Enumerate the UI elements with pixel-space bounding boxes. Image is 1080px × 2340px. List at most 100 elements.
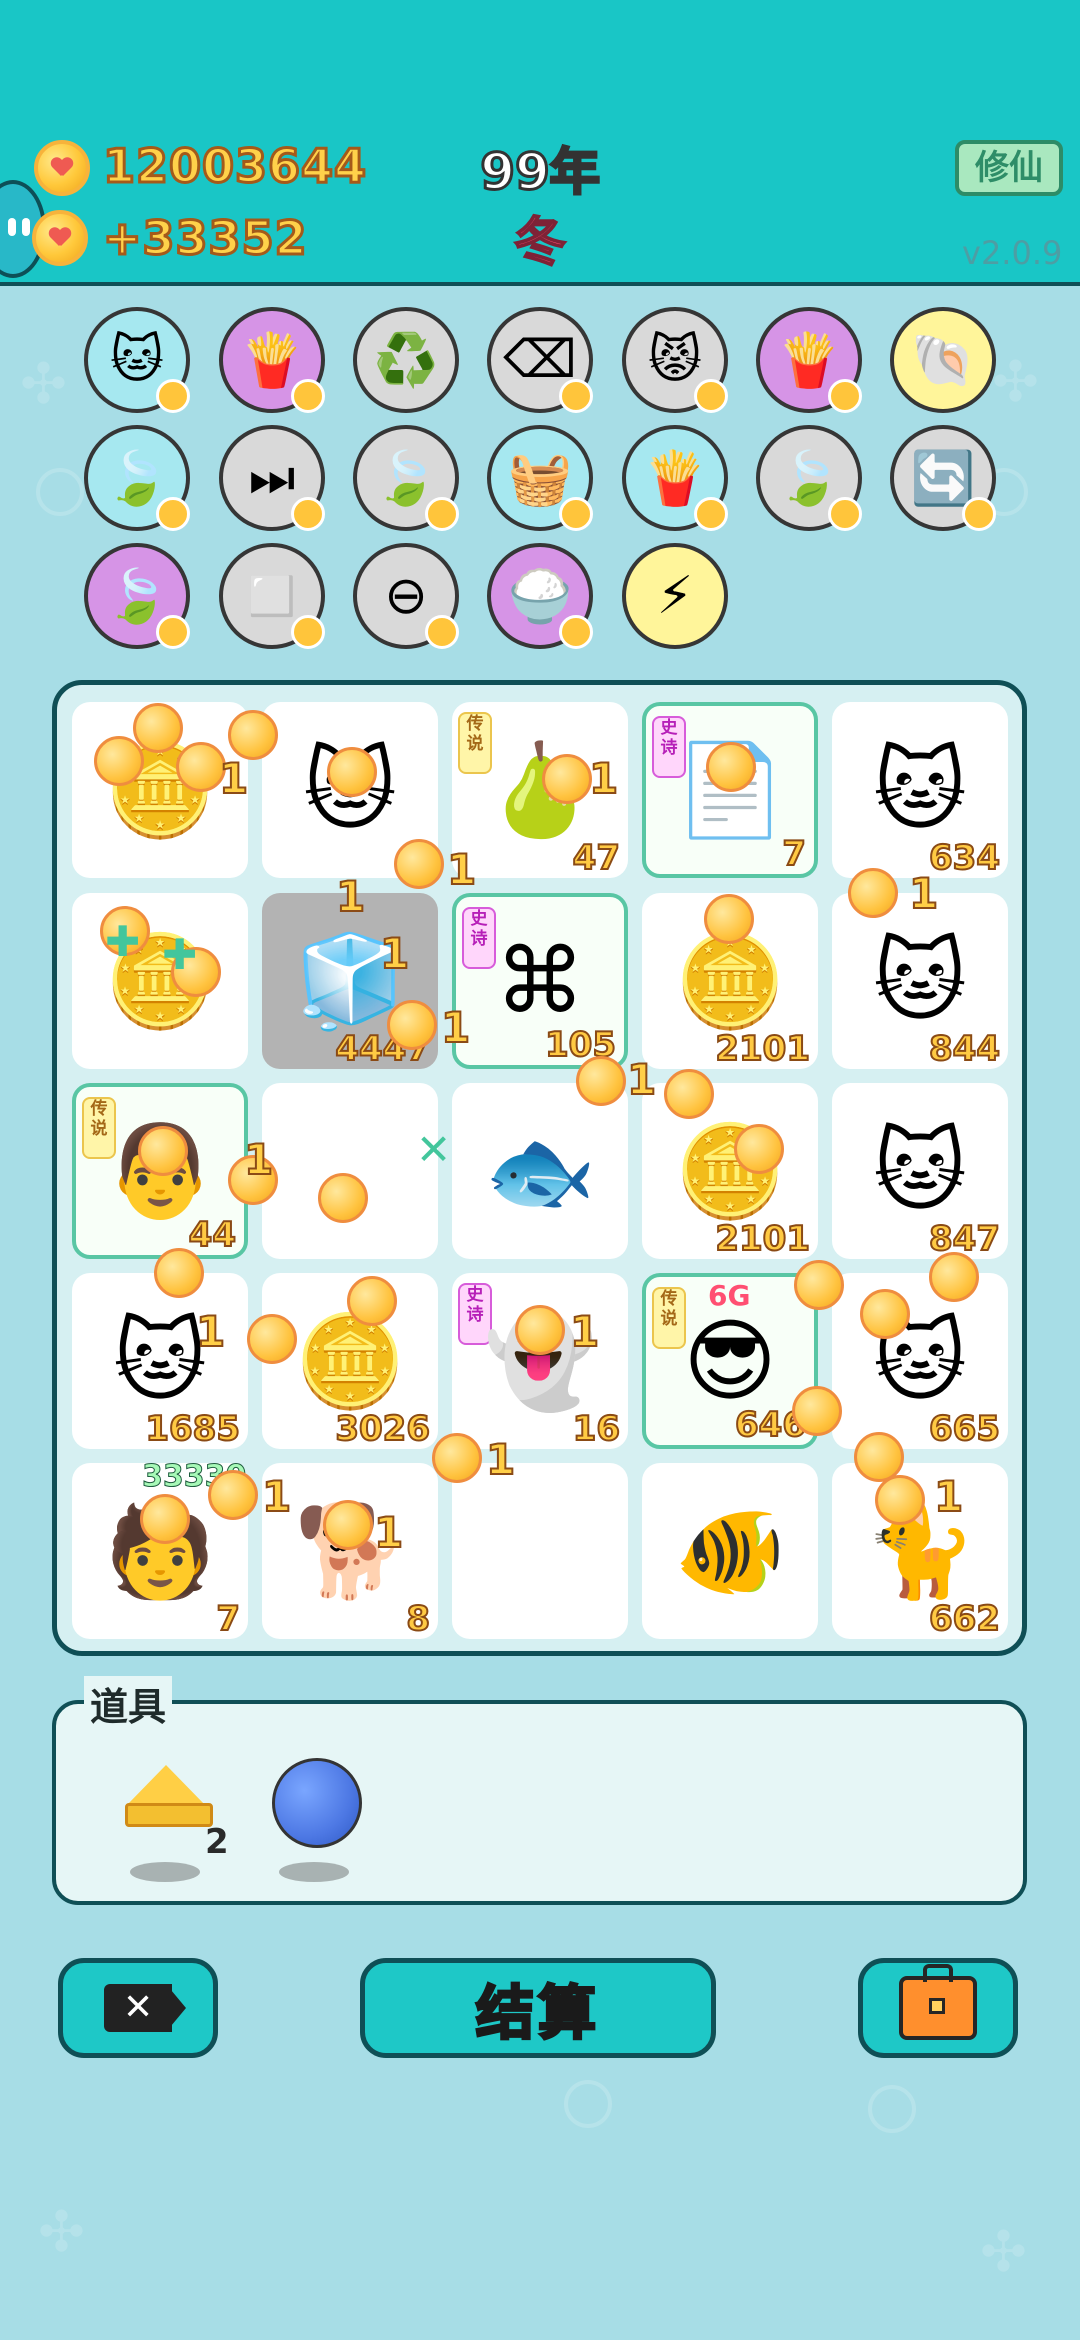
- coin-icon: [291, 497, 325, 531]
- tile-value: 7: [781, 833, 807, 875]
- coin-icon: [394, 839, 444, 889]
- coin-icon: [848, 868, 898, 918]
- coin-icon: [792, 1386, 842, 1436]
- coin-icon: [323, 1500, 373, 1550]
- leaf-icon[interactable]: 🍃: [756, 425, 862, 531]
- tile-value: 3026: [334, 1408, 431, 1450]
- tile-value: 847: [928, 1218, 1001, 1260]
- settle-button[interactable]: 结算: [360, 1958, 716, 2058]
- float-value: 1: [485, 1434, 516, 1485]
- board-tile[interactable]: [452, 1463, 628, 1639]
- xiuxian-button[interactable]: 修仙: [955, 140, 1063, 196]
- tile-value: 662: [928, 1598, 1001, 1640]
- minus-icon[interactable]: ⊖: [353, 543, 459, 649]
- crown-icon-base: [125, 1803, 213, 1827]
- board-tile[interactable]: 🐱 665: [832, 1273, 1008, 1450]
- board-tile[interactable]: 🐱 847: [832, 1083, 1008, 1260]
- coin-icon: [208, 1470, 258, 1520]
- leaf-icon[interactable]: 🍃: [84, 425, 190, 531]
- tile-value: 7: [215, 1598, 241, 1640]
- coin-icon: [387, 1000, 437, 1050]
- dual-cat-icon[interactable]: 😾: [622, 307, 728, 413]
- board-tile[interactable]: 🐟: [452, 1083, 628, 1259]
- sparkle-icon: ✕: [416, 1125, 452, 1174]
- crown-prop[interactable]: [115, 1765, 215, 1827]
- board-tile[interactable]: 🪙: [72, 893, 248, 1069]
- props-title: 道具: [84, 1676, 173, 1731]
- float-value: 1: [195, 1306, 226, 1357]
- float-value: 1: [373, 1507, 404, 1558]
- board-tile[interactable]: 🐱 844: [832, 893, 1008, 1070]
- coin-icon: [327, 747, 377, 797]
- lightning-icon[interactable]: ⚡: [622, 543, 728, 649]
- bag-button[interactable]: [858, 1958, 1018, 2058]
- float-value: 1: [626, 1054, 657, 1105]
- refresh-icon[interactable]: 🔄: [890, 425, 996, 531]
- board-tile[interactable]: 🐱 634: [832, 702, 1008, 879]
- fish-icon: 🐟: [483, 1118, 597, 1224]
- coin-icon: [318, 1173, 368, 1223]
- coin-icon: [156, 379, 190, 413]
- float-value: 1: [261, 1471, 292, 1522]
- basket-icon[interactable]: 🧺: [487, 425, 593, 531]
- coin-icon: [542, 754, 592, 804]
- float-value: 1: [243, 1134, 274, 1185]
- tile-value: 2101: [714, 1218, 811, 1260]
- coin-icon: [694, 379, 728, 413]
- coin-icon: [694, 497, 728, 531]
- exit-button[interactable]: ✕: [58, 1958, 218, 2058]
- coin-icon: [347, 1276, 397, 1326]
- prop-shadow: [279, 1862, 349, 1882]
- tile-value: 844: [928, 1028, 1001, 1070]
- crown-count: 2: [205, 1822, 229, 1862]
- empty-icon: [262, 1083, 438, 1259]
- cat-icon[interactable]: 🐱: [84, 307, 190, 413]
- float-value: 1: [218, 753, 249, 804]
- tile-value: 634: [928, 837, 1001, 879]
- board-tile[interactable]: 传说 6G 😎 646: [642, 1273, 818, 1449]
- board-tile[interactable]: 史诗 👻 16: [452, 1273, 628, 1450]
- fries-icon[interactable]: 🍟: [756, 307, 862, 413]
- fries-icon[interactable]: 🍟: [622, 425, 728, 531]
- board-tile[interactable]: [262, 1083, 438, 1259]
- version-label: v2.0.9: [962, 234, 1063, 272]
- board-tile[interactable]: 🐱 1685: [72, 1273, 248, 1450]
- coin-icon: [929, 1252, 979, 1302]
- skip-icon[interactable]: ⏭: [219, 425, 325, 531]
- bag-icon: [899, 1964, 977, 2040]
- fish-icon: 🐠: [673, 1498, 787, 1604]
- leaf-icon[interactable]: 🍃: [353, 425, 459, 531]
- season-label: 冬: [513, 212, 567, 274]
- recycle-icon[interactable]: ♻️: [353, 307, 459, 413]
- empty-icon: [452, 1463, 628, 1639]
- coin-icon: [156, 615, 190, 649]
- coin-cluster-icon: 🪙: [103, 928, 217, 1034]
- tile-value: 44: [188, 1214, 237, 1256]
- coin-icon: [794, 1260, 844, 1310]
- year-label: 99年: [479, 142, 602, 203]
- fries-icon[interactable]: 🍟: [219, 307, 325, 413]
- coin-icon: [247, 1314, 297, 1364]
- tile-value: 2101: [714, 1028, 811, 1070]
- blueberry-prop[interactable]: [272, 1758, 362, 1848]
- tile-value: 1685: [144, 1408, 241, 1450]
- board-tile[interactable]: 🐠: [642, 1463, 818, 1639]
- settle-label: 结算: [474, 1978, 600, 2049]
- shell-icon[interactable]: 🐚: [890, 307, 996, 413]
- delete-tag-icon[interactable]: ⌫: [487, 307, 593, 413]
- blocks-icon[interactable]: ◻️: [219, 543, 325, 649]
- coin-icon: [515, 1305, 565, 1355]
- float-value: 1: [379, 928, 410, 979]
- coin-icon: [425, 497, 459, 531]
- leaf-icon[interactable]: 🍃: [84, 543, 190, 649]
- board-tile[interactable]: 史诗 ⌘ 105: [452, 893, 628, 1069]
- coin-icon: [828, 379, 862, 413]
- coin-icon: [706, 742, 756, 792]
- rice-icon[interactable]: 🍚: [487, 543, 593, 649]
- coin-icon: [228, 710, 278, 760]
- sparkle-icon: ✚: [162, 930, 198, 979]
- tile-value: 47: [572, 837, 621, 879]
- coin-icon: [156, 497, 190, 531]
- coin-icon: [140, 1494, 190, 1544]
- coin-icon: [559, 615, 593, 649]
